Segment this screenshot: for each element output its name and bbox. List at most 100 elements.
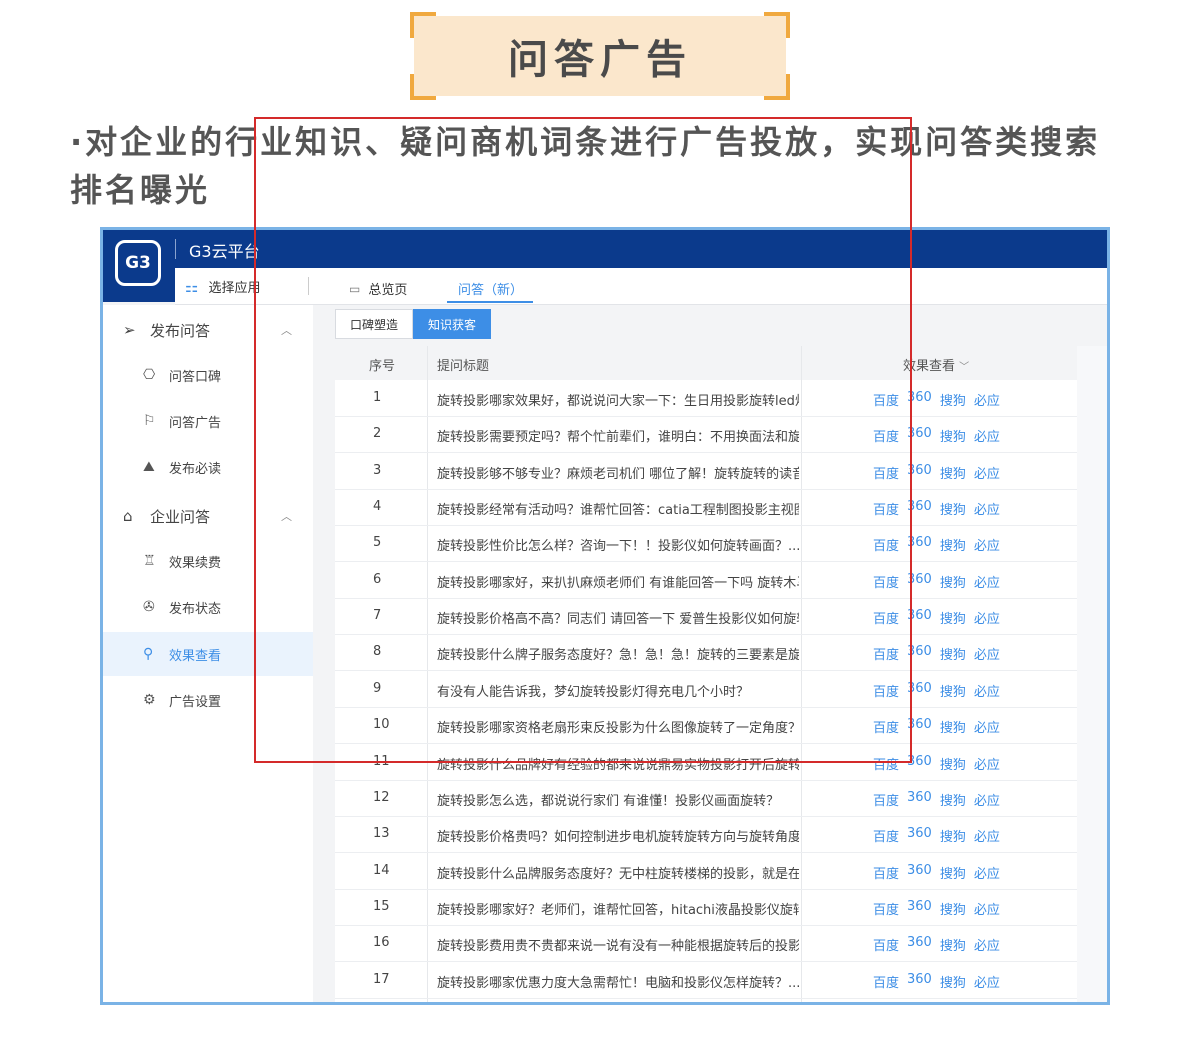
bing-link[interactable]: 必应 xyxy=(974,390,1000,409)
360-link[interactable]: 360 xyxy=(907,426,932,445)
sogou-link[interactable]: 搜狗 xyxy=(940,863,966,882)
baidu-link[interactable]: 百度 xyxy=(873,899,899,918)
sogou-link[interactable]: 搜狗 xyxy=(940,899,966,918)
360-link[interactable]: 360 xyxy=(907,535,932,554)
baidu-link[interactable]: 百度 xyxy=(873,535,899,554)
sidebar-item-publish-guide[interactable]: ⛰ 发布必读 xyxy=(103,445,313,489)
sogou-link[interactable]: 搜狗 xyxy=(940,390,966,409)
baidu-link[interactable]: 百度 xyxy=(873,863,899,882)
360-link[interactable]: 360 xyxy=(907,390,932,409)
table-row: 8 旋转投影什么牌子服务态度好？急！急！急！旋转的三要素是旋 百度 360 搜狗 必应 xyxy=(335,634,1077,672)
baidu-link[interactable]: 百度 xyxy=(873,717,899,736)
baidu-link[interactable]: 百度 xyxy=(873,826,899,845)
bing-link[interactable]: 必应 xyxy=(974,535,1000,554)
360-link[interactable]: 360 xyxy=(907,754,932,773)
sidebar-item-ad-settings[interactable]: ⚙ 广告设置 xyxy=(103,678,313,722)
360-link[interactable]: 360 xyxy=(907,681,932,700)
sogou-link[interactable]: 搜狗 xyxy=(940,754,966,773)
sogou-link[interactable]: 搜狗 xyxy=(940,681,966,700)
sogou-link[interactable]: 搜狗 xyxy=(940,499,966,518)
brand-name: G3云平台 xyxy=(189,242,260,261)
bing-link[interactable]: 必应 xyxy=(974,717,1000,736)
bing-link[interactable]: 必应 xyxy=(974,644,1000,663)
360-link[interactable]: 360 xyxy=(907,463,932,482)
360-link[interactable]: 360 xyxy=(907,863,932,882)
360-link[interactable]: 360 xyxy=(907,899,932,918)
sidebar-item-publish-status[interactable]: ✇ 发布状态 xyxy=(103,585,313,629)
bing-link[interactable]: 必应 xyxy=(974,790,1000,809)
baidu-link[interactable]: 百度 xyxy=(873,754,899,773)
row-effect-links: 百度 360 搜狗 必应 xyxy=(873,863,1000,882)
tab-qa-new[interactable]: 问答（新） xyxy=(458,279,523,298)
bing-link[interactable]: 必应 xyxy=(974,608,1000,627)
bing-link[interactable]: 必应 xyxy=(974,572,1000,591)
sogou-link[interactable]: 搜狗 xyxy=(940,535,966,554)
row-index: 7 xyxy=(373,608,382,624)
baidu-link[interactable]: 百度 xyxy=(873,644,899,663)
sidebar-group-publish-qa[interactable]: ➢ 发布问答 ︿ xyxy=(103,315,313,345)
subtab-reputation[interactable]: 口碑塑造 xyxy=(335,309,414,339)
sidebar-item-qa-reputation[interactable]: ⎔ 问答口碑 xyxy=(103,353,313,397)
sogou-link[interactable]: 搜狗 xyxy=(940,572,966,591)
bing-link[interactable]: 必应 xyxy=(974,754,1000,773)
row-question: 旋转投影哪家好，来扒扒麻烦老师们 有谁能回答一下吗 旋转木马 xyxy=(437,575,799,591)
sogou-link[interactable]: 搜狗 xyxy=(940,935,966,954)
table-row: 17 旋转投影哪家优惠力度大急需帮忙！电脑和投影仪怎样旋转？... 百度 360 搜狗必… xyxy=(335,962,1077,999)
row-question: 旋转投影哪家资格老扇形束反投影为什么图像旋转了一定角度？ xyxy=(437,721,799,737)
sogou-link[interactable]: 搜狗 xyxy=(940,717,966,736)
bing-link[interactable]: 必应 xyxy=(974,499,1000,518)
360-link[interactable]: 360 xyxy=(907,826,932,845)
360-link[interactable]: 360 xyxy=(907,790,932,809)
row-effect-links: 百度 360 搜狗 必应 xyxy=(873,899,1000,918)
360-link[interactable]: 360 xyxy=(907,499,932,518)
header-effect[interactable]: 效果查看 ﹀ xyxy=(903,355,969,374)
360-link[interactable]: 360 xyxy=(907,972,932,991)
bing-link[interactable]: 必应 xyxy=(974,681,1000,700)
360-link[interactable]: 360 xyxy=(907,608,932,627)
bing-link[interactable]: 必应 xyxy=(974,463,1000,482)
table-row: 16 旋转投影费用贵不贵都来说一说有没有一种能根据旋转后的投影 百度 360 搜狗 必应 xyxy=(335,925,1077,963)
bing-link[interactable]: 必应 xyxy=(974,863,1000,882)
sidebar-group-enterprise-qa[interactable]: ⌂ 企业问答 ︿ xyxy=(103,501,313,531)
page-subtitle: ·对企业的行业知识、疑问商机词条进行广告投放，实现问答类搜索排名曝光 xyxy=(70,123,1101,209)
baidu-link[interactable]: 百度 xyxy=(873,608,899,627)
bing-link[interactable]: 必应 xyxy=(974,426,1000,445)
row-effect-links: 百度 360 搜狗 必应 xyxy=(873,390,1000,409)
sogou-link[interactable]: 搜狗 xyxy=(940,608,966,627)
baidu-link[interactable]: 百度 xyxy=(873,790,899,809)
sogou-link[interactable]: 搜狗 xyxy=(940,426,966,445)
bing-link[interactable]: 必应 xyxy=(974,826,1000,845)
360-link[interactable]: 360 xyxy=(907,717,932,736)
subtab-knowledge-acquisition[interactable]: 知识获客 xyxy=(413,309,492,339)
baidu-link[interactable]: 百度 xyxy=(873,681,899,700)
360-link[interactable]: 360 xyxy=(907,572,932,591)
baidu-link[interactable]: 百度 xyxy=(873,390,899,409)
bing-link[interactable]: 必应 xyxy=(974,899,1000,918)
baidu-link[interactable]: 百度 xyxy=(873,426,899,445)
baidu-link[interactable]: 百度 xyxy=(873,572,899,591)
360-link[interactable]: 360 xyxy=(907,644,932,663)
row-effect-links: 百度 360 搜狗 必应 xyxy=(873,535,1000,554)
baidu-link[interactable]: 百度 xyxy=(873,463,899,482)
sidebar-item-qa-ads[interactable]: ⚐ 问答广告 xyxy=(103,399,313,443)
sogou-link[interactable]: 搜狗 xyxy=(940,463,966,482)
tab-overview[interactable]: ▭ 总览页 xyxy=(349,279,407,299)
baidu-link[interactable]: 百度 xyxy=(873,935,899,954)
sogou-link[interactable]: 搜狗 xyxy=(940,644,966,663)
select-app-button[interactable]: ⚏ 选择应用 xyxy=(185,277,260,297)
app-logo[interactable]: G3 xyxy=(115,240,161,286)
sidebar-item-effect-view[interactable]: ⚲ 效果查看 xyxy=(103,632,313,676)
chevron-up-icon: ︿ xyxy=(281,324,292,337)
bing-link[interactable]: 必应 xyxy=(974,972,1000,991)
baidu-link[interactable]: 百度 xyxy=(873,499,899,518)
sogou-link[interactable]: 搜狗 xyxy=(940,790,966,809)
table-row: 12 旋转投影怎么选，都说说行家们 有谁懂！投影仪画面旋转？ 百度 360 搜狗 必应 xyxy=(335,780,1077,817)
row-question: 旋转投影什么牌子服务态度好？急！急！急！旋转的三要素是旋 xyxy=(437,648,799,664)
sogou-link[interactable]: 搜狗 xyxy=(940,972,966,991)
baidu-link[interactable]: 百度 xyxy=(873,972,899,991)
sogou-link[interactable]: 搜狗 xyxy=(940,826,966,845)
360-link[interactable]: 360 xyxy=(907,935,932,954)
table-row: 15 旋转投影哪家好？老师们，谁帮忙回答，hitachi液晶投影仪旋转 百度 360 搜… xyxy=(335,889,1077,926)
bing-link[interactable]: 必应 xyxy=(974,935,1000,954)
sidebar-item-renewal[interactable]: ♖ 效果续费 xyxy=(103,539,313,583)
